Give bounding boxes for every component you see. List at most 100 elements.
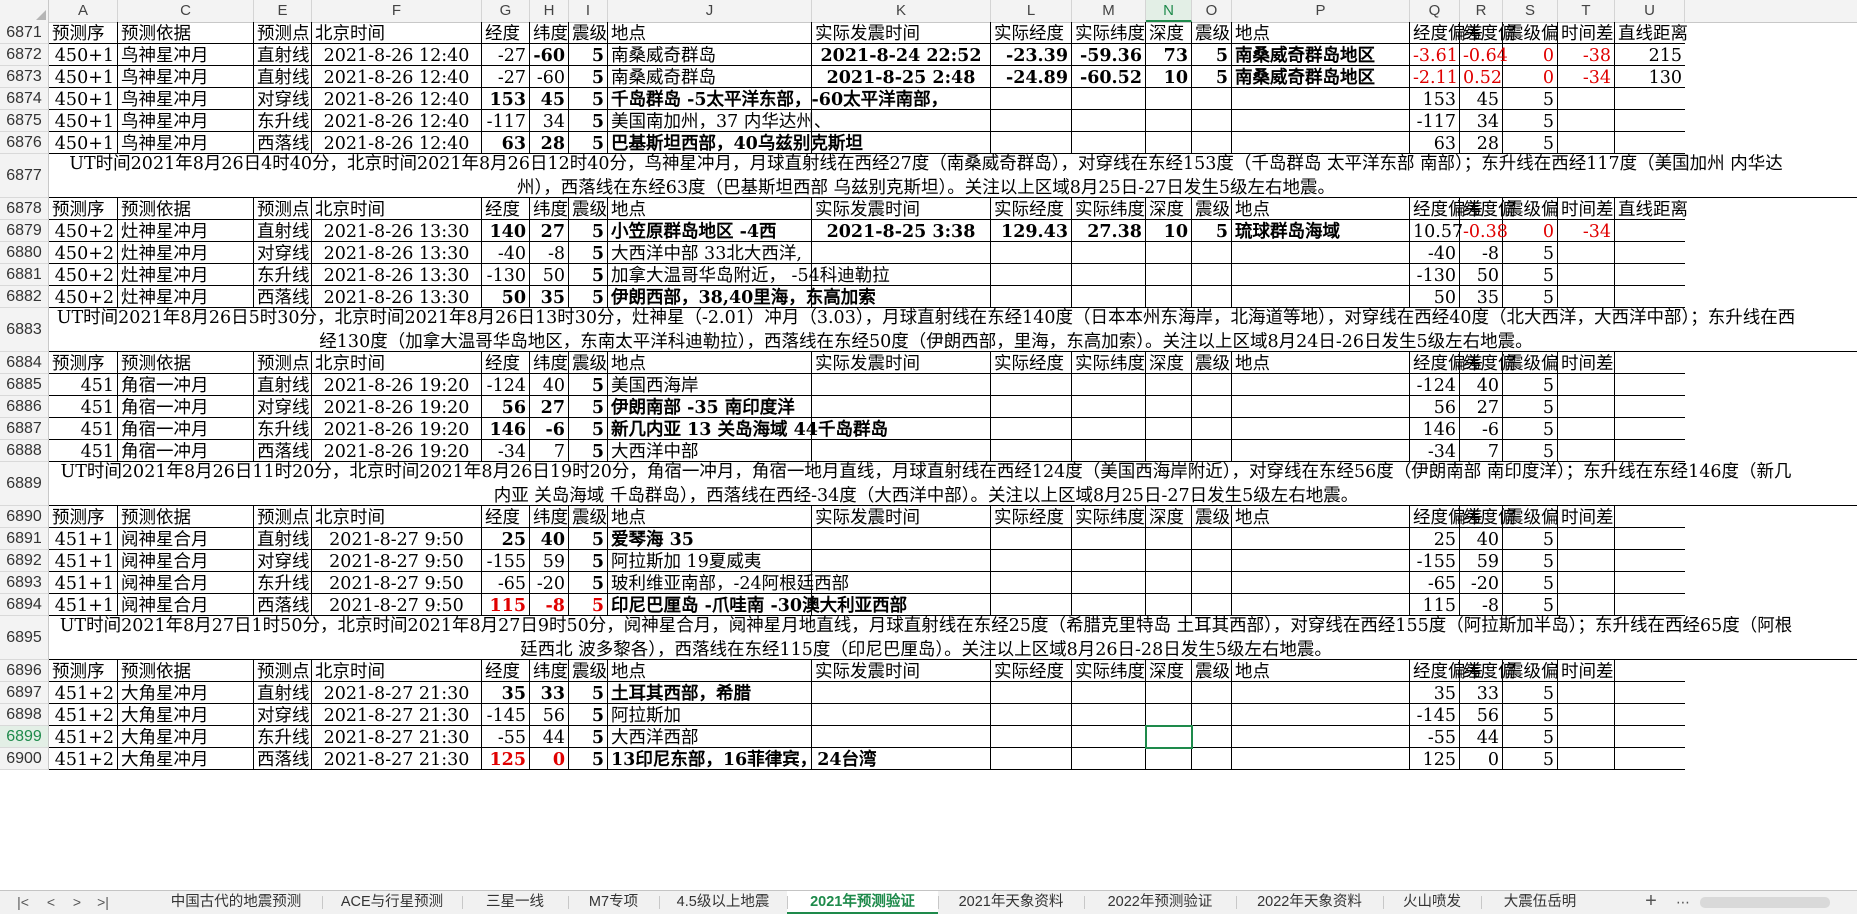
cell-location[interactable]: 地点 xyxy=(608,660,812,682)
column-header-e[interactable]: E xyxy=(254,0,312,22)
cell-actual-latitude[interactable]: -60.52 xyxy=(1072,66,1146,88)
cell-latitude[interactable]: 27 xyxy=(530,220,569,242)
cell-time-diff[interactable] xyxy=(1558,550,1615,572)
cell-beijing-time[interactable]: 2021-8-26 12:40 xyxy=(312,44,482,66)
cell-latitude[interactable]: 50 xyxy=(530,264,569,286)
cell-latitude[interactable]: -20 xyxy=(530,572,569,594)
cell-basis[interactable]: 灶神星冲月 xyxy=(118,264,254,286)
cell-basis[interactable]: 灶神星冲月 xyxy=(118,242,254,264)
cell-point[interactable]: 预测点 xyxy=(254,22,312,44)
cell-lon-deviation[interactable]: -155 xyxy=(1410,550,1460,572)
cell-distance[interactable]: 130 xyxy=(1615,66,1685,88)
column-header-s[interactable]: S xyxy=(1503,0,1558,22)
cell-distance[interactable] xyxy=(1615,704,1685,726)
cell-time-diff[interactable]: 时间差 xyxy=(1558,660,1615,682)
cell-actual-magnitude[interactable]: 震级 xyxy=(1192,660,1232,682)
cell-actual-longitude[interactable]: 实际经度 xyxy=(991,352,1072,374)
cell-location[interactable]: 小笠原群岛地区 -4西 xyxy=(608,220,812,242)
cell-depth[interactable] xyxy=(1146,242,1192,264)
cell-beijing-time[interactable]: 2021-8-27 21:30 xyxy=(312,748,482,770)
cell-actual-longitude[interactable] xyxy=(991,748,1072,770)
column-header-k[interactable]: K xyxy=(812,0,991,22)
cell-beijing-time[interactable]: 2021-8-26 13:30 xyxy=(312,242,482,264)
cell-latitude[interactable]: 纬度 xyxy=(530,22,569,44)
cell-longitude[interactable]: 56 xyxy=(482,396,530,418)
cell-actual-magnitude[interactable] xyxy=(1192,418,1232,440)
cell-actual-latitude[interactable] xyxy=(1072,264,1146,286)
cell-time-diff[interactable] xyxy=(1558,726,1615,748)
cell-mag-deviation[interactable]: 5 xyxy=(1503,242,1558,264)
cell-actual-time[interactable] xyxy=(812,396,991,418)
cell-lon-deviation[interactable]: -124 xyxy=(1410,374,1460,396)
cell-mag-deviation[interactable]: 震级偏 xyxy=(1503,506,1559,528)
cell-latitude[interactable]: 40 xyxy=(530,528,569,550)
cell-magnitude[interactable]: 5 xyxy=(569,88,608,110)
cell-actual-location[interactable] xyxy=(1232,682,1410,704)
cell-actual-location[interactable] xyxy=(1232,704,1410,726)
cell-location[interactable]: 阿拉斯加 xyxy=(608,704,812,726)
cell-depth[interactable] xyxy=(1146,110,1192,132)
cell-lat-deviation[interactable]: 34 xyxy=(1460,110,1503,132)
cell-basis[interactable]: 鸟神星冲月 xyxy=(118,66,254,88)
column-header-q[interactable]: Q xyxy=(1410,0,1460,22)
cell-actual-latitude[interactable] xyxy=(1072,572,1146,594)
cell-time-diff[interactable]: 时间差 xyxy=(1558,352,1615,374)
cell-seq[interactable]: 451+2 xyxy=(49,704,118,726)
cell-lon-deviation[interactable]: 经度偏差 xyxy=(1410,352,1483,374)
cell-lon-deviation[interactable]: 10.57 xyxy=(1410,220,1463,242)
cell-beijing-time[interactable]: 2021-8-26 13:30 xyxy=(312,264,482,286)
cell-point[interactable]: 东升线 xyxy=(254,726,312,748)
cell-location[interactable]: 玻利维亚南部，-24阿根廷西部 xyxy=(608,572,849,594)
cell-magnitude[interactable]: 5 xyxy=(569,264,608,286)
row-number[interactable]: 6880 xyxy=(0,242,49,264)
row-number[interactable]: 6900 xyxy=(0,748,49,770)
cell-actual-time[interactable]: 实际发震时间 xyxy=(812,506,991,528)
cell-actual-longitude[interactable] xyxy=(991,528,1072,550)
cell-point[interactable]: 直射线 xyxy=(254,528,312,550)
cell-seq[interactable]: 预测序 xyxy=(49,22,118,44)
cell-longitude[interactable]: 经度 xyxy=(482,352,530,374)
cell-actual-time[interactable] xyxy=(812,726,991,748)
cell-lon-deviation[interactable]: 35 xyxy=(1410,682,1460,704)
cell-lon-deviation[interactable]: 经度偏差 xyxy=(1410,506,1483,528)
cell-seq[interactable]: 451+1 xyxy=(49,528,118,550)
cell-beijing-time[interactable]: 2021-8-26 19:20 xyxy=(312,418,482,440)
cell-actual-latitude[interactable]: 实际纬度 xyxy=(1072,198,1146,220)
cell-mag-deviation[interactable]: 5 xyxy=(1503,374,1558,396)
cell-lat-deviation[interactable]: -20 xyxy=(1460,572,1503,594)
cell-actual-location[interactable] xyxy=(1232,726,1410,748)
cell-distance[interactable] xyxy=(1615,726,1685,748)
sheet-tab[interactable]: ACE与行星预测 xyxy=(322,891,462,914)
cell-lat-deviation[interactable]: 纬度偏 xyxy=(1460,22,1516,44)
cell-mag-deviation[interactable]: 震级偏 xyxy=(1503,198,1559,220)
cell-distance[interactable] xyxy=(1615,550,1685,572)
cell-point[interactable]: 直射线 xyxy=(254,374,312,396)
cell-time-diff[interactable] xyxy=(1558,748,1615,770)
cell-point[interactable]: 对穿线 xyxy=(254,242,312,264)
cell-actual-time[interactable] xyxy=(812,550,991,572)
cell-depth[interactable] xyxy=(1146,528,1192,550)
cell-beijing-time[interactable]: 2021-8-26 19:20 xyxy=(312,374,482,396)
column-header-c[interactable]: C xyxy=(118,0,254,22)
cell-distance[interactable] xyxy=(1615,506,1685,528)
row-number[interactable]: 6899 xyxy=(0,726,49,748)
cell-seq[interactable]: 451+1 xyxy=(49,572,118,594)
cell-basis[interactable]: 大角星冲月 xyxy=(118,748,254,770)
sheet-tab[interactable]: 中国古代的地震预测 xyxy=(150,891,322,914)
cell-mag-deviation[interactable]: 5 xyxy=(1503,110,1558,132)
cell-lon-deviation[interactable]: -117 xyxy=(1410,110,1460,132)
cell-actual-time[interactable] xyxy=(812,704,991,726)
cell-beijing-time[interactable]: 2021-8-26 19:20 xyxy=(312,396,482,418)
cell-actual-magnitude[interactable] xyxy=(1192,88,1232,110)
cell-time-diff[interactable] xyxy=(1558,572,1615,594)
cell-latitude[interactable]: 44 xyxy=(530,726,569,748)
cell-actual-magnitude[interactable] xyxy=(1192,264,1232,286)
cell-location[interactable]: 大西洋中部 33北大西洋, xyxy=(608,242,812,264)
cell-depth[interactable] xyxy=(1146,572,1192,594)
cell-beijing-time[interactable]: 2021-8-26 13:30 xyxy=(312,220,482,242)
cell-actual-location[interactable]: 地点 xyxy=(1232,352,1410,374)
row-number[interactable]: 6888 xyxy=(0,440,49,462)
cell-basis[interactable]: 预测依据 xyxy=(118,660,254,682)
merged-note-cell[interactable]: UT时间2021年8月26日4时40分，北京时间2021年8月26日12时40分… xyxy=(49,154,1857,198)
cell-lon-deviation[interactable]: 经度偏差 xyxy=(1410,198,1483,220)
